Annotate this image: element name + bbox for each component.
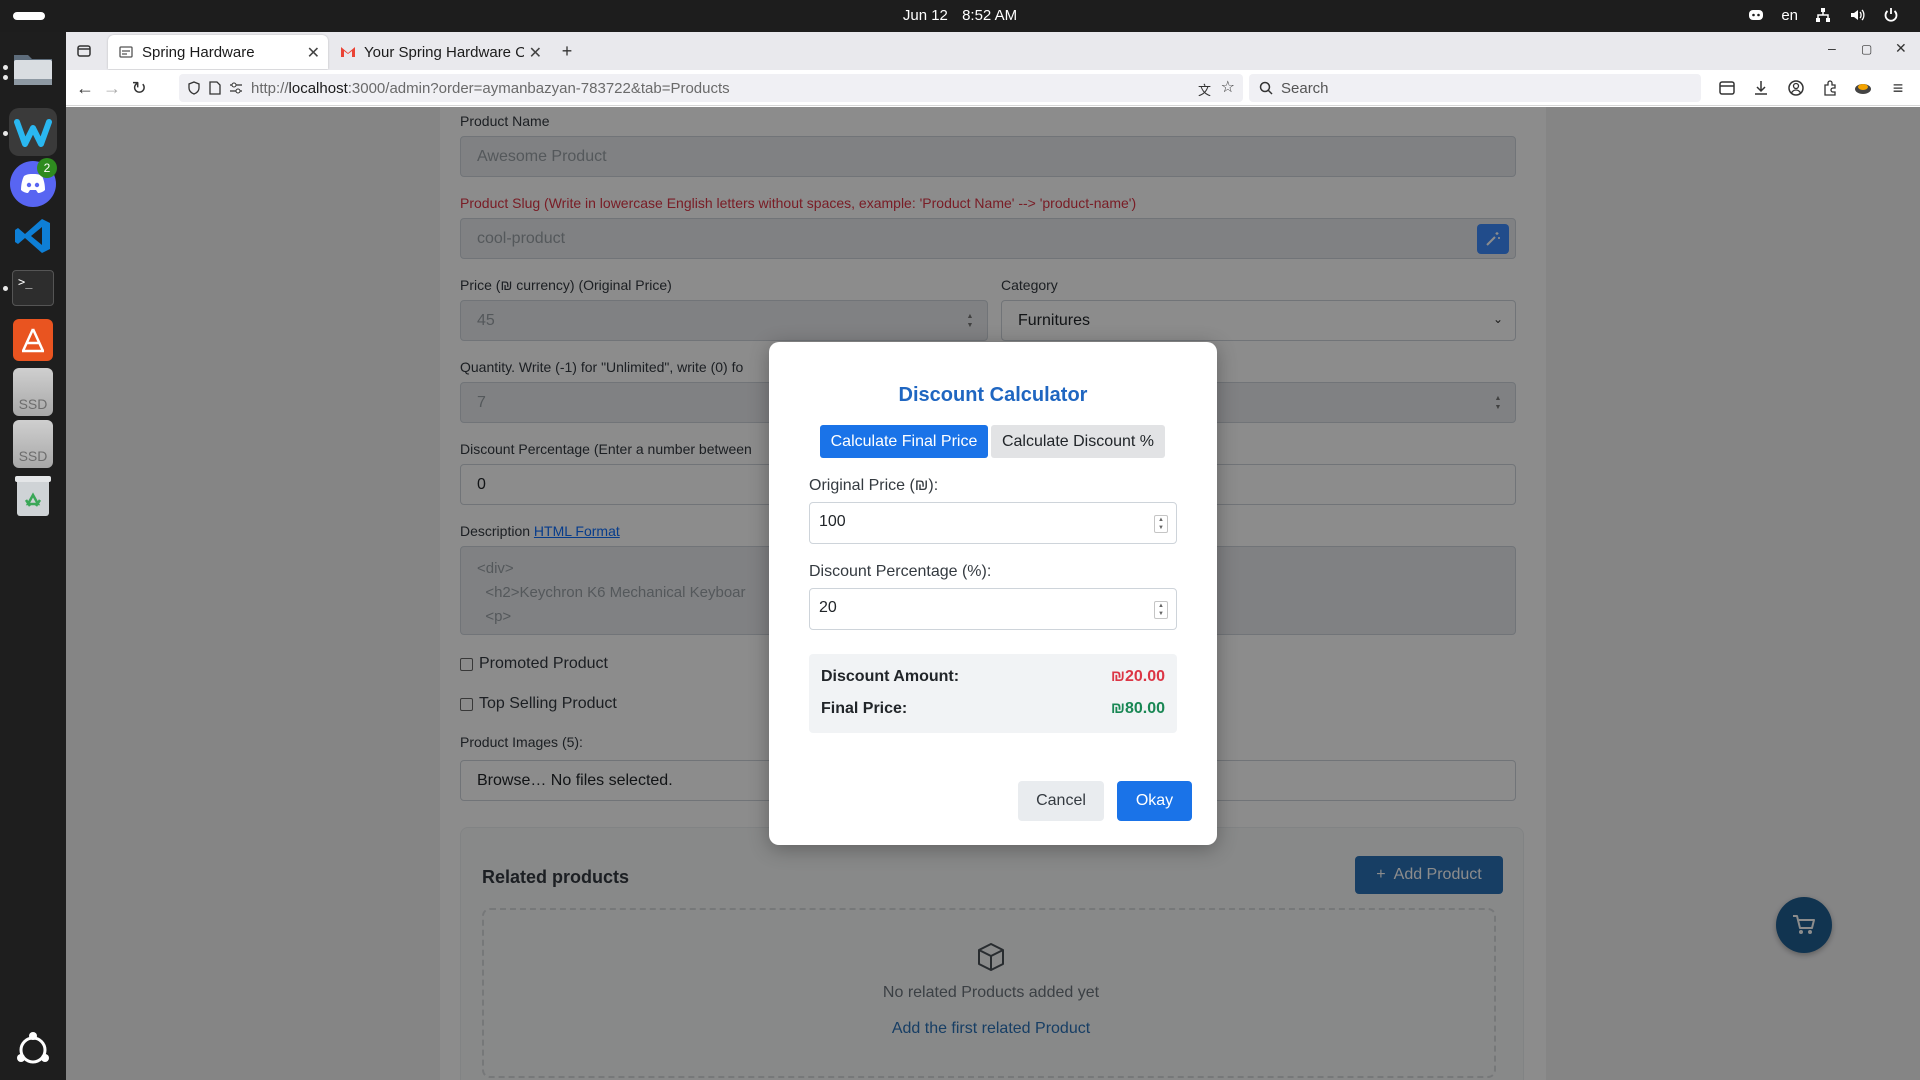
time-text: 8:52 AM [962,7,1018,24]
url-prefix: http:// [251,79,289,97]
permissions-icon[interactable] [229,81,243,95]
page-favicon [119,46,133,58]
minimize-icon[interactable]: – [1828,40,1836,56]
search-icon [1259,81,1273,95]
bookmark-star-icon[interactable]: ☆ [1221,77,1235,97]
url-path: :3000/admin?order=aymanbazyan-783722&tab… [347,79,730,97]
modal-title: Discount Calculator [898,384,1088,406]
tab-title: Spring Hardware [142,43,255,61]
close-window-icon[interactable]: ✕ [1895,40,1907,57]
tab-gmail[interactable]: Your Spring Hardware Or ✕ [330,35,550,69]
terminal-app-icon[interactable]: >_ [9,264,57,312]
discount-amount-label: Discount Amount: [821,668,960,685]
system-top-bar: Jun 12 8:52 AM en [0,0,1920,32]
original-price-input[interactable] [810,503,1130,541]
discord-tray-icon[interactable] [1747,6,1765,24]
show-apps-icon[interactable] [9,1026,57,1074]
calculation-result: Discount Amount: ₪20.00 Final Price: ₪80… [809,654,1177,733]
discount-amount-value: ₪20.00 [1110,668,1165,685]
network-icon[interactable] [1814,6,1832,24]
downloads-icon[interactable] [1749,76,1773,100]
running-indicator [3,65,8,70]
okay-button[interactable]: Okay [1117,781,1192,821]
discord-app-icon[interactable]: 2 [9,158,57,208]
menu-icon[interactable]: ≡ [1886,76,1910,100]
final-price-value: ₪80.00 [1110,700,1165,717]
discount-percentage-input[interactable] [810,589,1130,627]
account-icon[interactable] [1784,76,1808,100]
running-indicator [3,286,8,291]
back-icon[interactable]: ← [73,76,97,100]
discount-percentage-label: Discount Percentage (%): [809,563,992,580]
pocket-icon[interactable] [1715,76,1739,100]
wps-app-icon[interactable] [9,108,57,156]
notification-badge: 2 [37,158,57,178]
tab-calculate-final-price[interactable]: Calculate Final Price [820,425,988,458]
volume-icon[interactable] [1848,6,1866,24]
power-icon[interactable] [1882,6,1900,24]
discount-calculator-modal: Discount Calculator Calculate Final Pric… [769,342,1217,845]
discount-percentage-field[interactable]: ▲▼ [809,588,1177,630]
translate-icon[interactable]: 文 [1198,80,1211,99]
extensions-icon[interactable] [1818,76,1842,100]
browser-nav-bar: ← → ↻ http://localhost:3000/admin?order=… [66,70,1920,106]
vscode-app-icon[interactable] [9,212,57,260]
forward-icon[interactable]: → [100,76,124,100]
running-indicator [3,75,8,80]
search-input[interactable] [1281,79,1661,97]
extension-toolbar-icon[interactable] [1851,76,1875,100]
final-price-label: Final Price: [821,700,908,717]
close-tab-icon[interactable]: ✕ [307,43,320,63]
files-app-icon[interactable] [9,44,57,92]
system-tray: en [1747,6,1900,24]
ssd-drive-icon[interactable]: SSD [9,420,57,468]
maximize-icon[interactable]: ▢ [1861,42,1872,56]
dock: 2 >_ SSD SSD [0,32,66,1080]
url-host: localhost [288,79,348,97]
ssd-drive-icon[interactable]: SSD [9,368,57,416]
search-bar[interactable] [1249,74,1701,102]
running-indicator [3,131,8,136]
tab-spring-hardware[interactable]: Spring Hardware ✕ [108,35,328,69]
language-indicator[interactable]: en [1781,7,1798,24]
clock[interactable]: Jun 12 8:52 AM [0,7,1920,24]
discount-percentage-stepper[interactable]: ▲ ▼ [1154,601,1168,619]
original-price-stepper[interactable]: ▲ ▼ [1154,515,1168,533]
firefox-view-icon[interactable] [72,39,96,63]
original-price-field[interactable]: ▲▼ [809,502,1177,544]
page-info-icon[interactable] [209,81,221,95]
new-tab-icon[interactable]: + [555,39,579,63]
discount-amount-row: Discount Amount: ₪20.00 [821,668,1165,686]
reload-icon[interactable]: ↻ [127,76,151,100]
close-tab-icon[interactable]: ✕ [529,43,542,63]
browser-tab-strip: Spring Hardware ✕ Your Spring Hardware O… [66,32,1920,70]
gmail-favicon [341,47,355,57]
trash-icon[interactable] [9,472,57,520]
final-price-row: Final Price: ₪80.00 [821,700,1165,718]
shield-icon[interactable] [187,81,201,95]
date-text: Jun 12 [902,7,948,24]
tab-calculate-discount[interactable]: Calculate Discount % [991,425,1165,458]
tab-title: Your Spring Hardware Or [364,43,524,61]
app-center-icon[interactable] [9,316,57,364]
cancel-button[interactable]: Cancel [1018,781,1104,821]
original-price-label: Original Price (₪): [809,477,939,494]
url-bar[interactable]: http://localhost:3000/admin?order=aymanb… [179,74,1243,102]
